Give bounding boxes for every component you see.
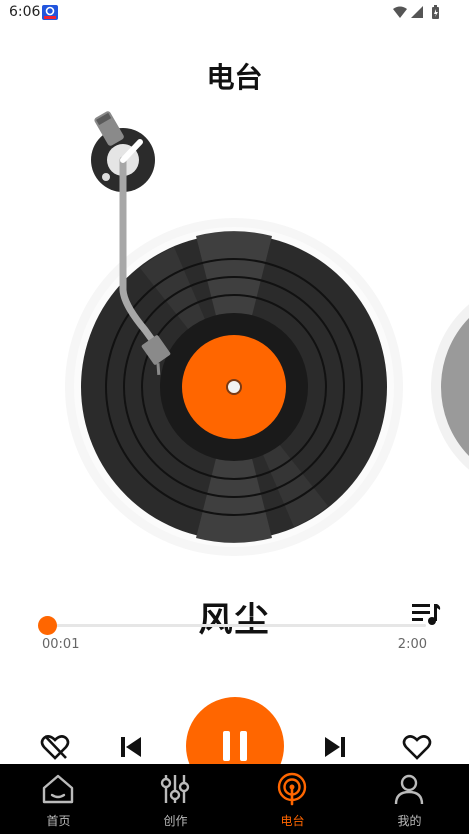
status-time: 6:06 [9,4,41,20]
nav-item-profile[interactable]: 我的 [351,764,468,834]
record-spindle [226,379,242,395]
status-icons [393,5,439,19]
wifi-icon [393,6,407,18]
nav-label-home: 首页 [46,814,71,828]
radio-icon [277,772,307,806]
app-notification-icon [42,5,58,20]
nav-item-create[interactable]: 创作 [117,764,234,834]
progress-track[interactable] [48,624,426,627]
total-time: 2:00 [397,637,427,652]
previous-track-icon[interactable] [114,730,148,764]
battery-icon [432,5,439,19]
page-title: 电台 [206,61,263,94]
home-icon [42,774,74,804]
dislike-icon[interactable] [38,730,72,764]
bottom-nav: 首页 创作 电台 我的 [0,764,469,834]
nav-item-home[interactable]: 首页 [0,764,117,834]
signal-icon [411,6,423,18]
progress-knob[interactable] [38,616,57,635]
like-icon[interactable] [400,730,434,764]
status-bar: 6:06 [0,0,469,26]
nav-label-radio: 电台 [280,814,305,828]
user-icon [394,774,424,805]
next-track-icon[interactable] [318,730,352,764]
turntable [0,100,469,570]
current-time: 00:01 [42,637,80,652]
nav-label-profile: 我的 [397,814,422,828]
song-title: 风尘 [198,600,271,640]
nav-item-radio[interactable]: 电台 [234,764,351,834]
nav-label-create: 创作 [163,814,188,828]
sliders-icon [160,775,190,803]
